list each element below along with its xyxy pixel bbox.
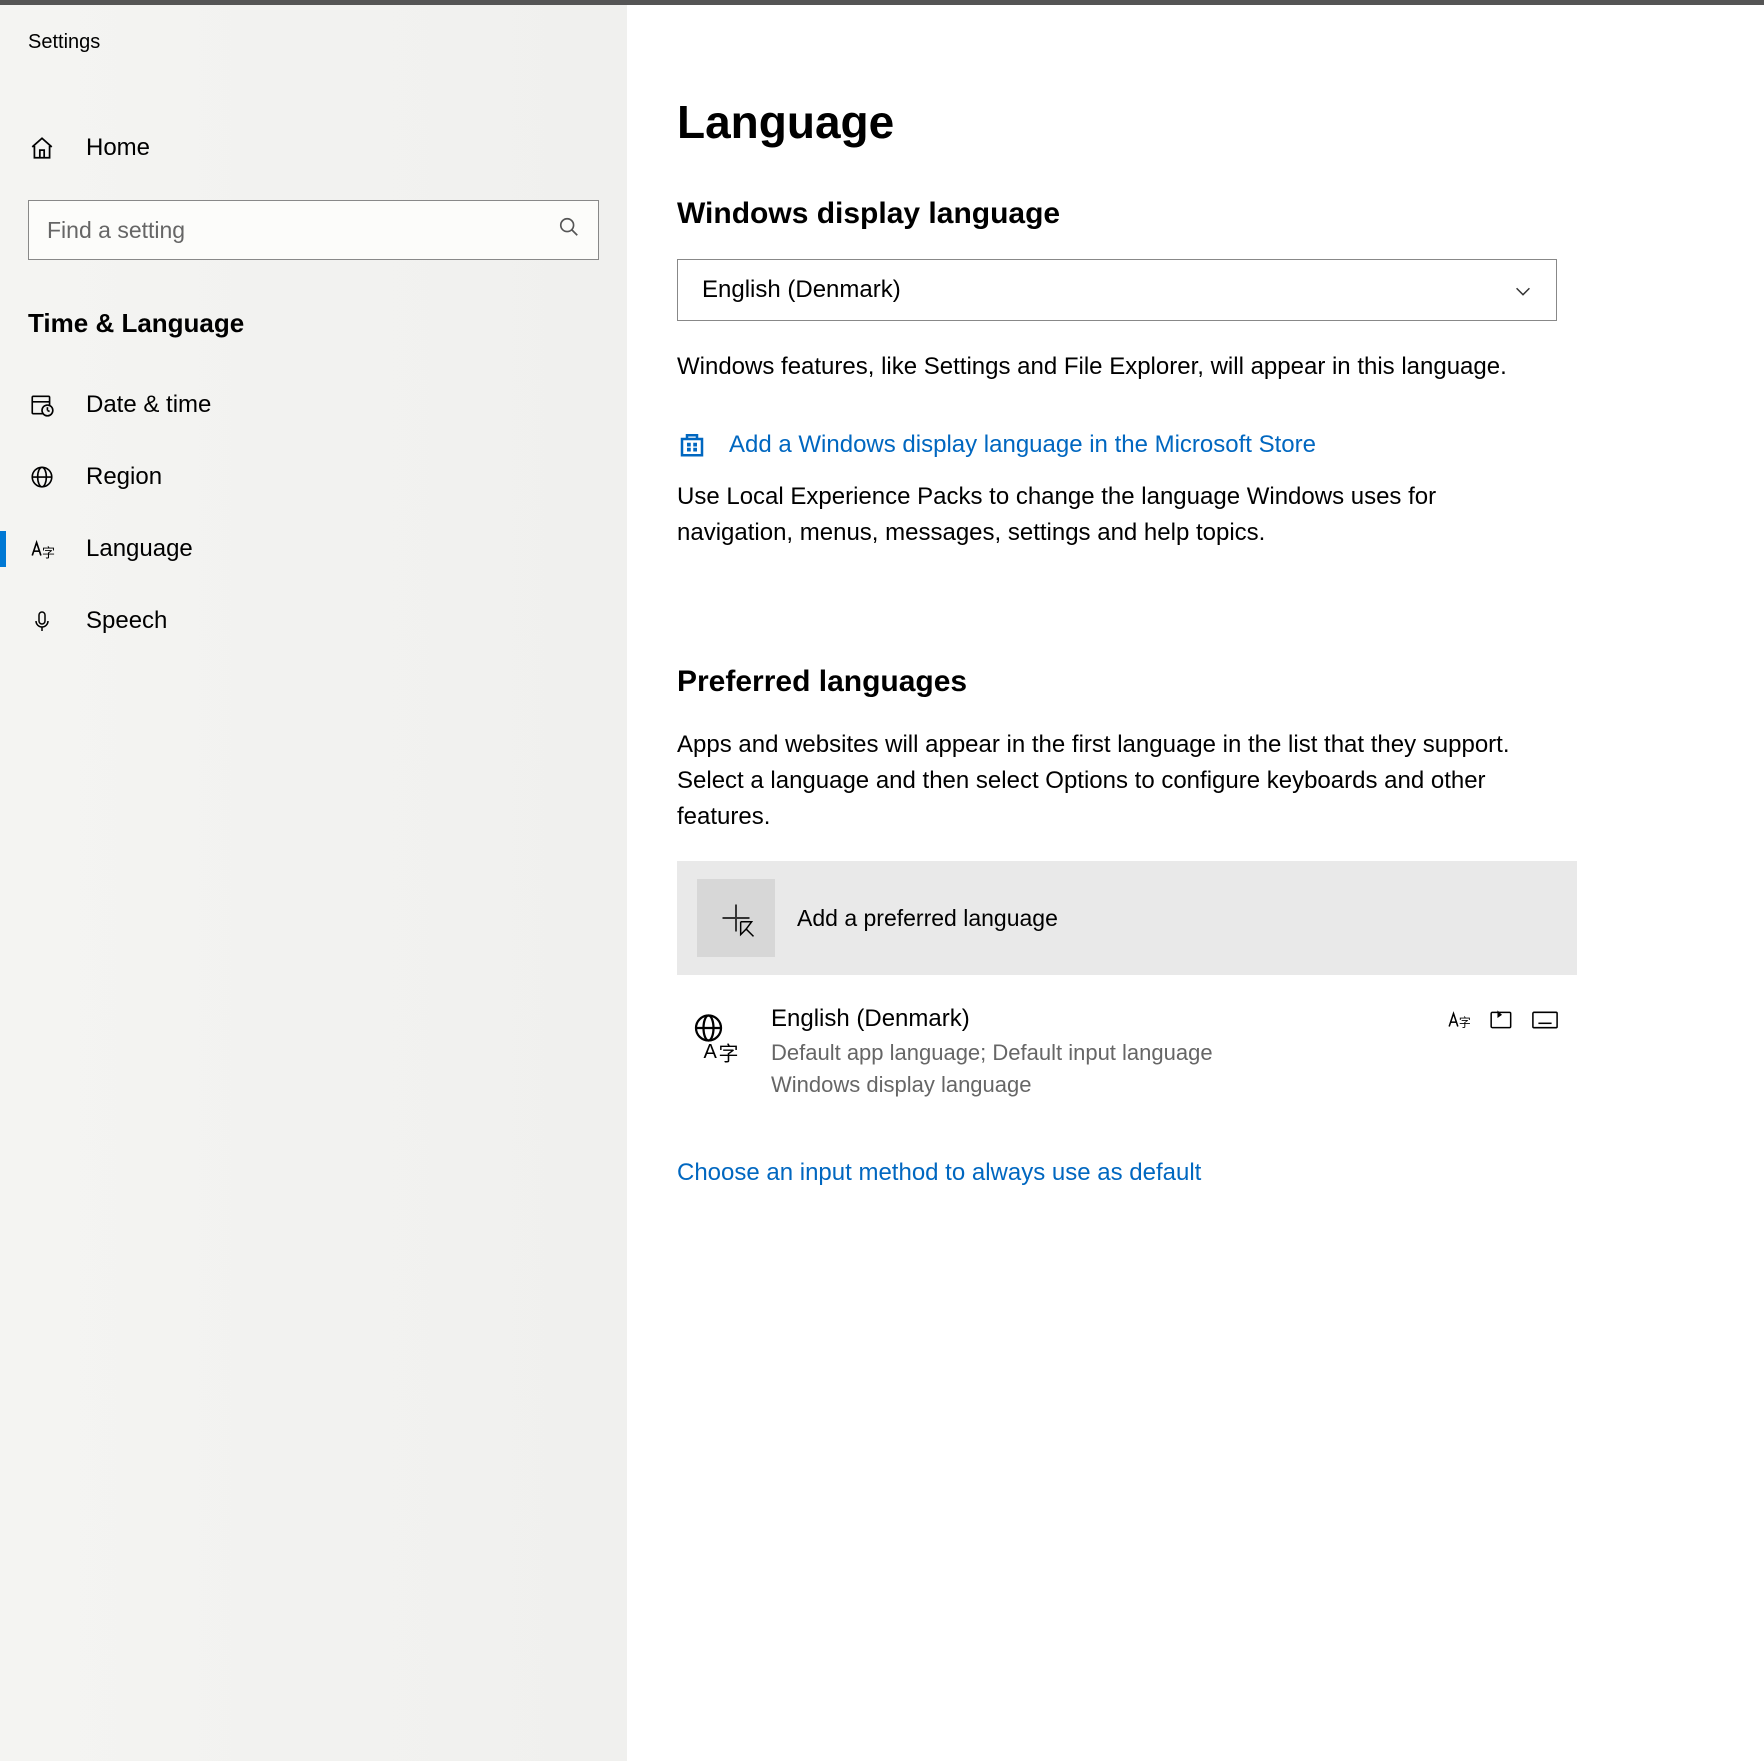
sidebar-item-label: Date & time xyxy=(86,391,211,419)
sidebar-item-language[interactable]: 字 Language xyxy=(0,513,627,585)
svg-text:A: A xyxy=(704,1041,718,1063)
display-language-select[interactable]: English (Denmark) xyxy=(677,259,1557,321)
add-preferred-language-button[interactable]: Add a preferred language xyxy=(677,861,1577,975)
search-icon xyxy=(558,216,580,244)
page-title: Language xyxy=(677,95,1694,149)
preferred-languages-heading: Preferred languages xyxy=(677,665,1694,699)
settings-window: Settings Home Time & Language xyxy=(0,5,1764,1761)
input-method-link[interactable]: Choose an input method to always use as … xyxy=(677,1159,1201,1187)
preferred-languages-description: Apps and websites will appear in the fir… xyxy=(677,727,1557,835)
handwriting-cap-icon xyxy=(1489,1009,1515,1031)
section-title: Time & Language xyxy=(0,290,627,369)
main-content: Language Windows display language Englis… xyxy=(627,5,1764,1761)
add-preferred-language-label: Add a preferred language xyxy=(797,905,1058,932)
sidebar-item-label: Language xyxy=(86,535,193,563)
search-box[interactable] xyxy=(28,200,599,260)
language-globe-icon: A 字 xyxy=(689,1011,743,1065)
display-language-description: Windows features, like Settings and File… xyxy=(677,349,1557,385)
calendar-clock-icon xyxy=(28,391,56,419)
sidebar-item-date-time[interactable]: Date & time xyxy=(0,369,627,441)
sidebar-item-label: Region xyxy=(86,463,162,491)
chevron-down-icon xyxy=(1512,280,1532,300)
svg-text:字: 字 xyxy=(1459,1016,1471,1030)
keyboard-cap-icon xyxy=(1531,1009,1557,1031)
svg-text:字: 字 xyxy=(719,1043,739,1064)
store-description: Use Local Experience Packs to change the… xyxy=(677,479,1557,551)
home-label: Home xyxy=(86,134,150,162)
store-icon xyxy=(677,429,709,461)
home-nav[interactable]: Home xyxy=(0,116,627,180)
globe-icon xyxy=(28,463,56,491)
app-title: Settings xyxy=(0,31,627,54)
sidebar: Settings Home Time & Language xyxy=(0,5,627,1761)
store-link-text: Add a Windows display language in the Mi… xyxy=(729,431,1316,459)
sidebar-item-speech[interactable]: Speech xyxy=(0,585,627,657)
plus-icon xyxy=(697,879,775,957)
display-language-value: English (Denmark) xyxy=(702,276,901,304)
microphone-icon xyxy=(28,607,56,635)
preferred-language-name: English (Denmark) xyxy=(771,1005,1419,1033)
preferred-language-subtitle: Default app language; Default input lang… xyxy=(771,1037,1419,1101)
sidebar-item-region[interactable]: Region xyxy=(0,441,627,513)
language-capabilities: 字 xyxy=(1447,1009,1557,1031)
home-icon xyxy=(28,134,56,162)
search-input[interactable] xyxy=(47,217,527,244)
store-link-row[interactable]: Add a Windows display language in the Mi… xyxy=(677,429,1694,461)
svg-text:字: 字 xyxy=(42,546,55,561)
sidebar-item-label: Speech xyxy=(86,607,167,635)
display-language-cap-icon: 字 xyxy=(1447,1009,1473,1031)
display-language-heading: Windows display language xyxy=(677,197,1694,231)
language-icon: 字 xyxy=(28,535,56,563)
preferred-language-item[interactable]: A 字 English (Denmark) Default app langua… xyxy=(677,993,1577,1113)
